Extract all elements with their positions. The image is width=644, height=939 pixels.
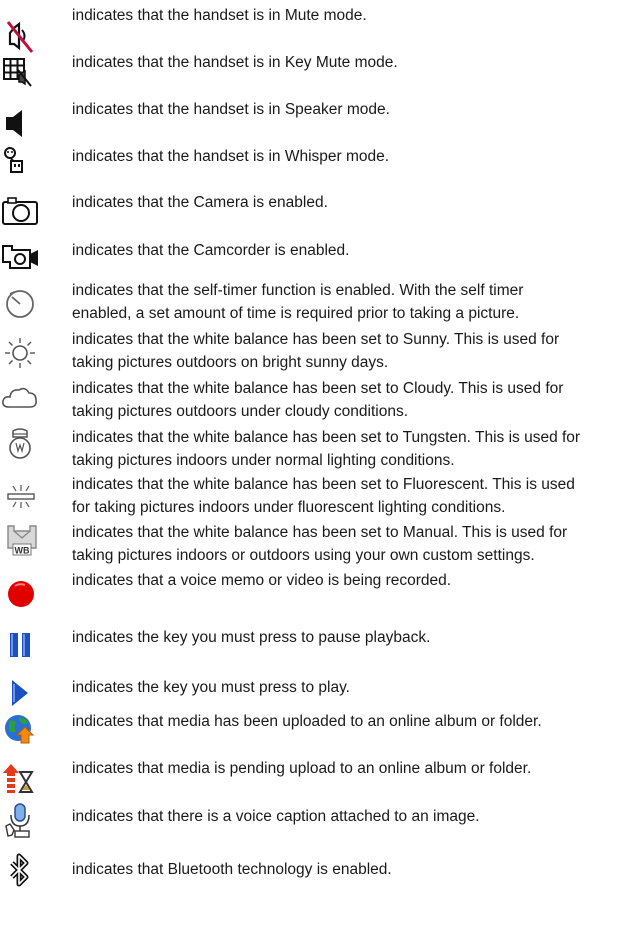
legend-text: indicates that a voice memo or video is … xyxy=(72,572,452,589)
legend-text: indicates that media has been uploaded t… xyxy=(72,713,542,730)
wb-icon-label: WB xyxy=(15,546,30,556)
whisper-icon xyxy=(0,143,44,181)
legend-text: indicates that the handset is in Key Mut… xyxy=(72,54,398,71)
camera-icon xyxy=(0,192,44,230)
camcorder-icon xyxy=(0,240,44,278)
legend-text: indicates that the Camcorder is enabled. xyxy=(72,242,350,259)
legend-text: indicates that the white balance has bee… xyxy=(72,476,575,516)
mute-icon xyxy=(0,18,44,56)
cloudy-icon xyxy=(0,380,44,418)
legend-text: indicates the key you must press to paus… xyxy=(72,629,431,646)
bluetooth-icon xyxy=(0,852,44,890)
pending-upload-icon xyxy=(0,760,44,798)
legend-text: indicates that the Camera is enabled. xyxy=(72,194,328,211)
uploaded-icon xyxy=(0,709,44,747)
legend-text: indicates that the white balance has bee… xyxy=(72,331,560,371)
voice-caption-icon xyxy=(0,802,44,840)
legend-text: indicates the key you must press to play… xyxy=(72,679,350,696)
manual-wb-icon: WB xyxy=(0,522,44,560)
legend-text: indicates that the white balance has bee… xyxy=(72,524,568,564)
fluorescent-icon xyxy=(0,477,44,515)
legend-text: indicates that the handset is in Whisper… xyxy=(72,148,390,165)
legend-text: indicates that the self-timer function i… xyxy=(72,282,524,322)
tungsten-icon xyxy=(0,427,44,465)
record-icon xyxy=(0,575,44,613)
legend-text: indicates that there is a voice caption … xyxy=(72,808,480,825)
self-timer-icon xyxy=(0,284,44,322)
pause-icon xyxy=(0,627,44,665)
key-mute-icon xyxy=(0,53,44,91)
legend-text: indicates that the handset is in Mute mo… xyxy=(72,7,367,24)
play-icon xyxy=(0,675,44,713)
legend-text: indicates that the white balance has bee… xyxy=(72,429,581,469)
sunny-icon xyxy=(0,334,44,372)
speaker-icon xyxy=(0,104,44,142)
legend-text: indicates that the handset is in Speaker… xyxy=(72,101,390,118)
legend-text: indicates that the white balance has bee… xyxy=(72,380,564,420)
legend-text: indicates that media is pending upload t… xyxy=(72,760,532,777)
legend-text: indicates that Bluetooth technology is e… xyxy=(72,861,392,878)
